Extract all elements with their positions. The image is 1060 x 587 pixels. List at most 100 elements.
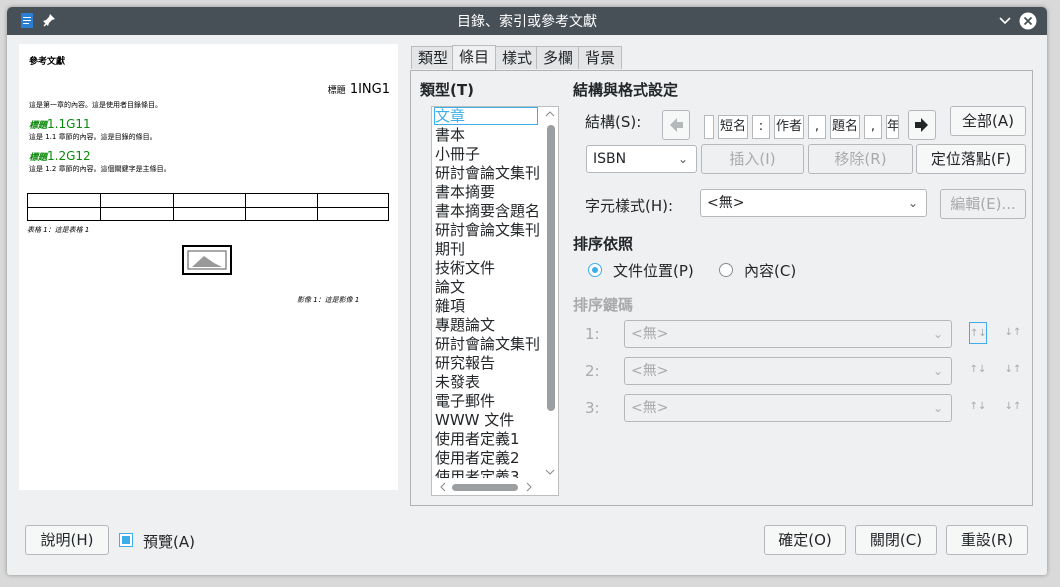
- list-item[interactable]: WWW 文件: [435, 411, 539, 429]
- ok-button[interactable]: 確定(O): [764, 525, 846, 555]
- structure-token[interactable]: ,: [864, 115, 882, 139]
- tab-type[interactable]: 類型: [411, 46, 456, 69]
- remove-button[interactable]: 移除(R): [808, 144, 913, 174]
- chevron-down-icon: ⌄: [932, 401, 943, 415]
- edit-button[interactable]: 編輯(E)...: [940, 189, 1026, 219]
- chevron-down-icon: ⌄: [932, 364, 943, 378]
- list-item[interactable]: 雜項: [435, 297, 539, 315]
- sort-keys-title: 排序鍵碼: [573, 296, 634, 314]
- insert-button[interactable]: 插入(I): [701, 144, 804, 174]
- help-button[interactable]: 說明(H): [25, 525, 109, 555]
- tab-position-button[interactable]: 定位落點(F): [916, 144, 1026, 174]
- list-item[interactable]: 書本: [435, 126, 539, 144]
- preview-checkbox[interactable]: [119, 533, 133, 547]
- tab-columns[interactable]: 多欄: [536, 46, 581, 69]
- arrow-right-icon: [915, 118, 928, 132]
- chevron-down-icon: ⌄: [907, 196, 918, 210]
- scroll-right-button[interactable]: [908, 110, 936, 140]
- list-item[interactable]: 研討會論文集刊: [435, 335, 539, 353]
- chevron-down-icon: ⌄: [677, 152, 688, 166]
- scroll-down-icon[interactable]: [544, 467, 556, 477]
- list-item[interactable]: 使用者定義3: [435, 468, 539, 478]
- horizontal-scrollbar[interactable]: [434, 481, 542, 493]
- list-item[interactable]: 研討會論文集刊: [435, 164, 539, 182]
- preview-pane: 參考文獻 標題 1ING1 這是第一章的內容。這是使用者目錄條目。 標題1.1G…: [19, 44, 398, 490]
- sort-position-label[interactable]: 文件位置(P): [613, 260, 694, 281]
- chevron-down-icon: ⌄: [932, 327, 943, 341]
- structure-token-empty[interactable]: [704, 115, 714, 139]
- sort-key-combo[interactable]: <無> ⌄: [624, 320, 952, 348]
- chevron-down-icon[interactable]: [996, 12, 1014, 30]
- structure-token[interactable]: 作者: [774, 115, 804, 139]
- all-button[interactable]: 全部(A): [950, 106, 1026, 136]
- scroll-thumb[interactable]: [547, 125, 555, 411]
- vertical-scrollbar[interactable]: [544, 109, 556, 477]
- scroll-thumb[interactable]: [452, 484, 518, 491]
- window-title: 目錄、索引或參考文獻: [457, 14, 597, 30]
- structure-token[interactable]: :: [752, 115, 770, 139]
- tab-background[interactable]: 背景: [578, 46, 623, 69]
- sort-ascending-icon[interactable]: ↑↓: [969, 322, 987, 344]
- picture-icon: [187, 250, 227, 270]
- sort-descending-icon[interactable]: ↓↑: [1004, 359, 1022, 381]
- sort-descending-icon[interactable]: ↓↑: [1004, 322, 1022, 344]
- sort-key-label: 1:: [585, 325, 600, 343]
- preview-h1: 標題1.1G11: [29, 117, 91, 131]
- sort-key-combo[interactable]: <無> ⌄: [624, 394, 952, 422]
- scroll-left-icon[interactable]: [438, 481, 448, 493]
- structure-token[interactable]: 題名: [830, 115, 860, 139]
- sort-descending-icon[interactable]: ↓↑: [1004, 396, 1022, 418]
- list-item[interactable]: 未發表: [435, 373, 539, 391]
- list-item[interactable]: 使用者定義2: [435, 449, 539, 467]
- sort-ascending-icon[interactable]: ↑↓: [969, 359, 987, 381]
- list-item[interactable]: 期刊: [435, 240, 539, 258]
- scroll-up-icon[interactable]: [544, 109, 556, 119]
- preview-line: 這是 1.1 章節的內容。這是目錄的條目。: [29, 133, 157, 141]
- list-item[interactable]: 使用者定義1: [435, 430, 539, 448]
- type-label: 類型(T): [420, 81, 474, 99]
- scroll-right-icon[interactable]: [524, 481, 534, 493]
- preview-image: [182, 245, 232, 275]
- sort-ascending-icon[interactable]: ↑↓: [969, 396, 987, 418]
- list-item[interactable]: 電子郵件: [435, 392, 539, 410]
- list-item[interactable]: 書本摘要: [435, 183, 539, 201]
- preview-checkbox-label[interactable]: 預覽(A): [143, 531, 195, 552]
- preview-heading: 參考文獻: [29, 57, 66, 67]
- sort-content-label[interactable]: 內容(C): [744, 260, 796, 281]
- arrow-left-icon: [670, 118, 683, 132]
- tab-entries[interactable]: 條目: [452, 45, 497, 70]
- type-listbox[interactable]: 文章 書本 小冊子 研討會論文集刊 書本摘要 書本摘要含題名 研討會論文集刊 期…: [431, 106, 559, 496]
- char-style-combo[interactable]: <無> ⌄: [700, 189, 927, 217]
- dialog-window: 目錄、索引或參考文獻 參考文獻 標題 1ING1 這是第一章的內容。這是使用者目…: [7, 7, 1047, 575]
- title-bar: 目錄、索引或參考文獻: [7, 7, 1047, 35]
- list-item[interactable]: 研討會論文集刊: [435, 221, 539, 239]
- tab-styles[interactable]: 樣式: [495, 46, 540, 69]
- sort-key-combo[interactable]: <無> ⌄: [624, 357, 952, 385]
- sort-position-radio[interactable]: [588, 263, 602, 277]
- list-item[interactable]: 研究報告: [435, 354, 539, 372]
- scroll-left-button[interactable]: [662, 110, 690, 140]
- structure-token[interactable]: ,: [808, 115, 826, 139]
- preview-line: 這是 1.2 章節的內容。這個關鍵字是主條目。: [29, 165, 171, 173]
- structure-token[interactable]: 年: [886, 115, 899, 139]
- sort-content-radio[interactable]: [719, 263, 733, 277]
- list-item[interactable]: 小冊子: [435, 145, 539, 163]
- char-style-label: 字元樣式(H):: [585, 197, 674, 215]
- structure-token[interactable]: 短名: [718, 115, 748, 139]
- list-item[interactable]: 書本摘要含題名: [435, 202, 539, 220]
- field-combo[interactable]: ISBN ⌄: [586, 145, 697, 173]
- sort-key-label: 2:: [585, 362, 600, 380]
- reset-button[interactable]: 重設(R): [946, 525, 1028, 555]
- list-item[interactable]: 論文: [435, 278, 539, 296]
- preview-image-caption: 影像 1：這是影像 1: [297, 296, 360, 304]
- sort-key-label: 3:: [585, 399, 600, 417]
- close-button[interactable]: 關閉(C): [855, 525, 937, 555]
- preview-table: [27, 193, 389, 221]
- close-icon[interactable]: [1019, 12, 1037, 30]
- list-item[interactable]: 專題論文: [435, 316, 539, 334]
- preview-table-caption: 表格 1：這是表格 1: [27, 226, 90, 234]
- preview-line: 這是第一章的內容。這是使用者目錄條目。: [29, 101, 162, 109]
- list-item[interactable]: 技術文件: [435, 259, 539, 277]
- list-item[interactable]: 文章: [434, 107, 538, 125]
- sort-section-title: 排序依照: [573, 235, 634, 253]
